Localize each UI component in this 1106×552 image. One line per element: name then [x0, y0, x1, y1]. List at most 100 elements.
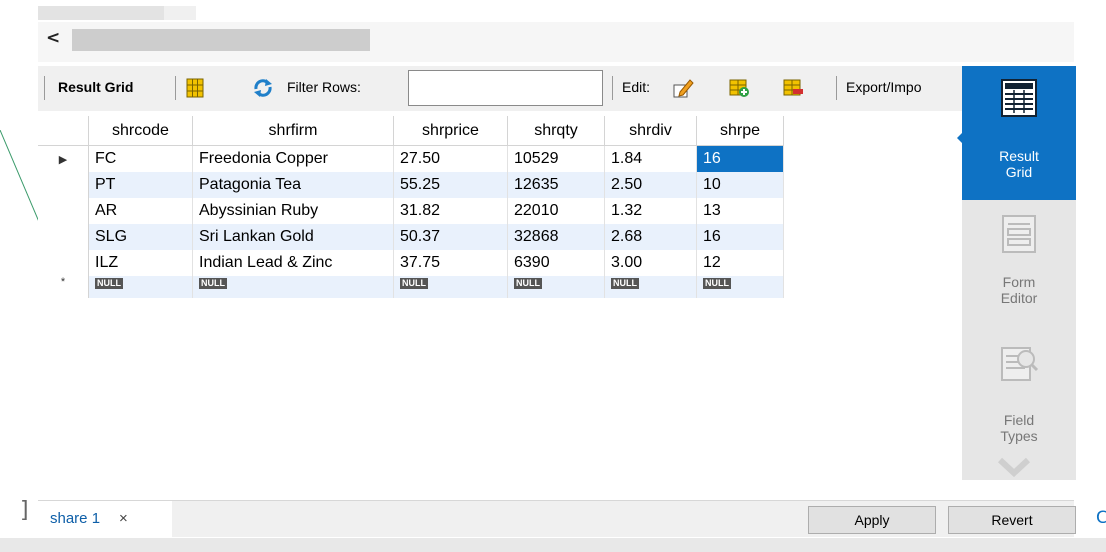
row-header[interactable]: [38, 172, 89, 198]
result-grid-view-label-line2: Grid: [1005, 164, 1033, 180]
toolbar-separator: [175, 76, 176, 100]
null-cell[interactable]: NULL: [507, 276, 605, 298]
table-cell[interactable]: 22010: [507, 198, 605, 224]
table-cell[interactable]: 27.50: [393, 145, 508, 172]
table-cell[interactable]: AR: [88, 198, 193, 224]
table-cell[interactable]: 3.00: [604, 250, 697, 276]
null-cell[interactable]: NULL: [696, 276, 784, 298]
column-header[interactable]: shrfirm: [192, 116, 394, 146]
column-header[interactable]: shrqty: [507, 116, 605, 146]
null-cell[interactable]: NULL: [88, 276, 193, 298]
null-badge: NULL: [400, 278, 428, 289]
bottom-bar: share 1 × Apply Revert: [38, 500, 1076, 537]
table-row[interactable]: ▶ FC Freedonia Copper 27.50 10529 1.84 1…: [38, 145, 784, 172]
null-cell[interactable]: NULL: [393, 276, 508, 298]
selected-cell[interactable]: 16: [696, 145, 784, 172]
field-types-view-label: Field Types: [962, 412, 1076, 444]
left-edge-glyph: ]: [20, 498, 29, 523]
table-cell[interactable]: 50.37: [393, 224, 508, 250]
filter-rows-label: Filter Rows:: [287, 79, 361, 95]
table-cell[interactable]: 1.32: [604, 198, 697, 224]
header-row: shrcode shrfirm shrprice shrqty shrdiv s…: [38, 116, 784, 146]
table-row[interactable]: PT Patagonia Tea 55.25 12635 2.50 10: [38, 172, 784, 198]
export-import-label[interactable]: Export/Impo: [846, 79, 921, 95]
table-cell[interactable]: 10: [696, 172, 784, 198]
row-header[interactable]: [38, 198, 89, 224]
horizontal-scrollbar[interactable]: <: [38, 22, 1074, 62]
table-cell[interactable]: 13: [696, 198, 784, 224]
filter-rows-input[interactable]: [408, 70, 603, 106]
table-cell[interactable]: 6390: [507, 250, 605, 276]
null-badge: NULL: [611, 278, 639, 289]
new-row-marker-icon[interactable]: *: [38, 276, 89, 298]
apply-button[interactable]: Apply: [808, 506, 936, 534]
table-cell[interactable]: FC: [88, 145, 193, 172]
field-types-view-button[interactable]: Field Types: [962, 334, 1076, 468]
field-types-icon: [1001, 347, 1039, 381]
null-cell[interactable]: NULL: [192, 276, 394, 298]
form-editor-icon: [1002, 215, 1036, 253]
null-badge: NULL: [199, 278, 227, 289]
column-header[interactable]: shrpe: [696, 116, 784, 146]
table-cell[interactable]: 16: [696, 224, 784, 250]
edit-row-icon[interactable]: [672, 77, 694, 99]
active-view-pointer: [957, 128, 967, 148]
table-cell[interactable]: 12: [696, 250, 784, 276]
table-cell[interactable]: 10529: [507, 145, 605, 172]
table-cell[interactable]: Indian Lead & Zinc: [192, 250, 394, 276]
table-cell[interactable]: 31.82: [393, 198, 508, 224]
table-row[interactable]: ILZ Indian Lead & Zinc 37.75 6390 3.00 1…: [38, 250, 784, 276]
right-edge-glyph: C: [1096, 508, 1106, 528]
row-header[interactable]: [38, 224, 89, 250]
table-cell[interactable]: ILZ: [88, 250, 193, 276]
table-cell[interactable]: 32868: [507, 224, 605, 250]
insert-row-icon[interactable]: [728, 77, 750, 99]
form-editor-view-label: Form Editor: [962, 274, 1076, 306]
null-cell[interactable]: NULL: [604, 276, 697, 298]
scrollbar-thumb[interactable]: [72, 29, 370, 51]
chevron-down-icon[interactable]: [996, 456, 1032, 478]
edit-label: Edit:: [622, 79, 651, 95]
row-header[interactable]: [38, 250, 89, 276]
table-cell[interactable]: 1.84: [604, 145, 697, 172]
bottom-strip: [0, 538, 1106, 552]
result-grid-label: Result Grid: [58, 79, 134, 95]
delete-row-icon[interactable]: [782, 77, 804, 99]
null-badge: NULL: [514, 278, 542, 289]
table-row[interactable]: AR Abyssinian Ruby 31.82 22010 1.32 13: [38, 198, 784, 224]
new-row[interactable]: * NULL NULL NULL NULL NULL NULL: [38, 276, 784, 298]
result-grid-view-button[interactable]: Result Grid: [962, 66, 1076, 200]
close-icon[interactable]: ×: [119, 510, 128, 527]
table-cell[interactable]: 12635: [507, 172, 605, 198]
table-cell[interactable]: PT: [88, 172, 193, 198]
toolbar-separator: [612, 76, 613, 100]
editor-tab-stub[interactable]: [38, 6, 164, 20]
table-cell[interactable]: 37.75: [393, 250, 508, 276]
refresh-icon[interactable]: [252, 77, 274, 99]
table-row[interactable]: SLG Sri Lankan Gold 50.37 32868 2.68 16: [38, 224, 784, 250]
table-cell[interactable]: 2.50: [604, 172, 697, 198]
result-tab-label[interactable]: share 1: [50, 510, 100, 527]
column-header[interactable]: shrprice: [393, 116, 508, 146]
form-editor-view-button[interactable]: Form Editor: [962, 200, 1076, 334]
table-cell[interactable]: SLG: [88, 224, 193, 250]
form-editor-view-label-line2: Editor: [1000, 290, 1038, 306]
field-types-view-label-line2: Types: [1000, 428, 1038, 444]
revert-button[interactable]: Revert: [948, 506, 1076, 534]
current-row-indicator-icon[interactable]: ▶: [38, 145, 89, 172]
scroll-left-icon[interactable]: <: [46, 28, 60, 48]
result-table: shrcode shrfirm shrprice shrqty shrdiv s…: [38, 116, 784, 298]
field-types-view-label-line1: Field: [1003, 412, 1035, 428]
table-cell[interactable]: Sri Lankan Gold: [192, 224, 394, 250]
view-sidebar: Result Grid Form Editor Field Types: [962, 66, 1076, 480]
table-cell[interactable]: 55.25: [393, 172, 508, 198]
grid-view-icon: [1001, 79, 1037, 117]
table-cell[interactable]: Freedonia Copper: [192, 145, 394, 172]
result-tab[interactable]: share 1 ×: [38, 501, 172, 537]
column-header[interactable]: shrcode: [88, 116, 193, 146]
table-cell[interactable]: 2.68: [604, 224, 697, 250]
table-cell[interactable]: Abyssinian Ruby: [192, 198, 394, 224]
table-cell[interactable]: Patagonia Tea: [192, 172, 394, 198]
column-header[interactable]: shrdiv: [604, 116, 697, 146]
column-layout-icon[interactable]: [184, 77, 206, 99]
